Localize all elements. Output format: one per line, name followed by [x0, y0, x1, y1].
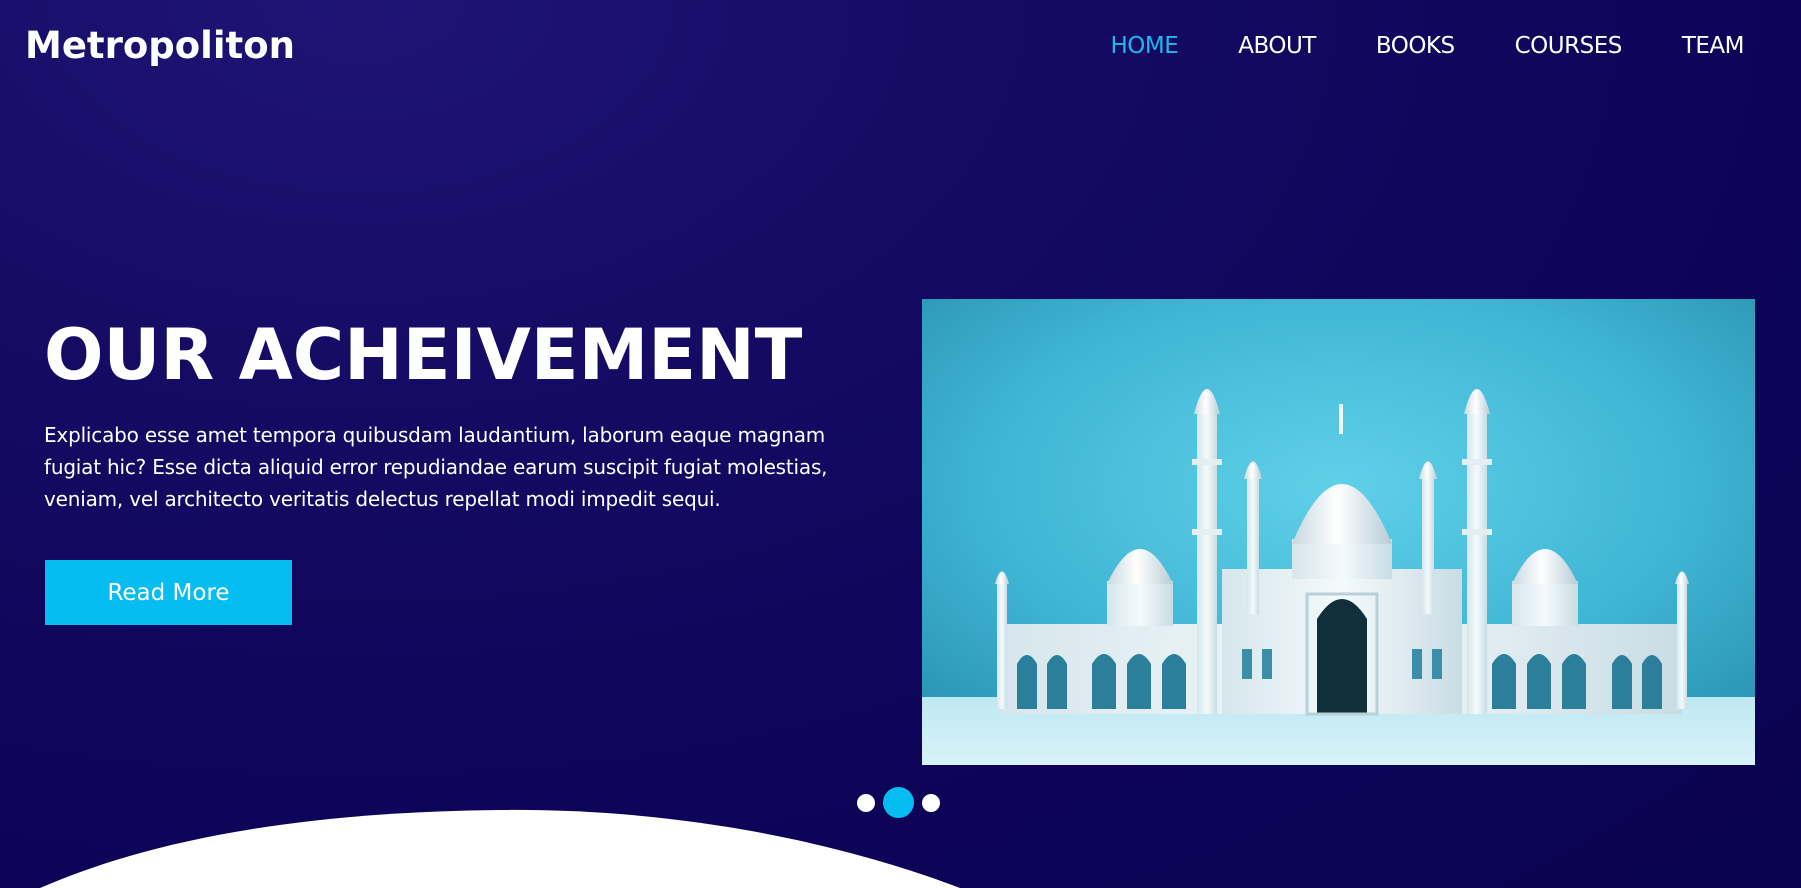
nav-item-home[interactable]: HOME — [1110, 30, 1178, 62]
hero-mosque-image — [922, 299, 1755, 765]
nav-item-books[interactable]: BOOKS — [1376, 30, 1455, 62]
main-nav: HOME ABOUT BOOKS COURSES TEAM — [1050, 30, 1744, 62]
site-logo[interactable]: Metropoliton — [25, 22, 295, 70]
nav-item-about[interactable]: ABOUT — [1238, 30, 1316, 62]
nav-item-courses[interactable]: COURSES — [1515, 30, 1623, 62]
read-more-button[interactable]: Read More — [45, 560, 292, 625]
hero-title: OUR ACHEIVEMENT — [44, 314, 803, 396]
nav-item-team[interactable]: TEAM — [1682, 30, 1745, 62]
hero-description: Explicabo esse amet tempora quibusdam la… — [44, 423, 828, 511]
hero-page: Metropoliton HOME ABOUT BOOKS COURSES TE… — [0, 0, 1801, 888]
bottom-wave-decoration — [40, 809, 960, 888]
